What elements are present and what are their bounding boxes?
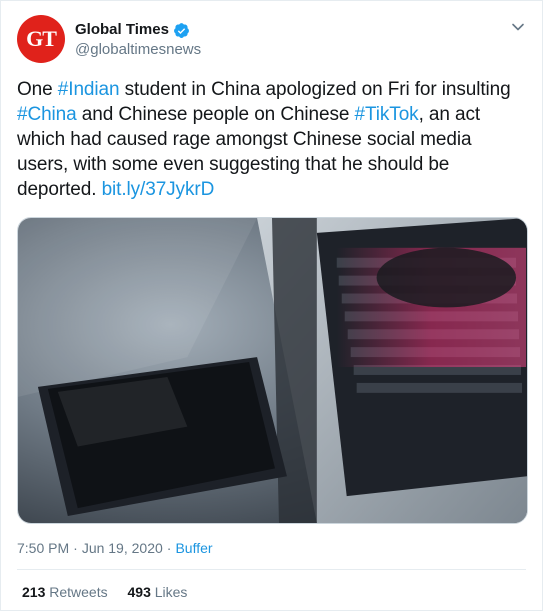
divider	[17, 569, 526, 570]
engagement-stats: 213 Retweets 493 Likes	[22, 583, 203, 601]
meta-separator: ·	[166, 540, 172, 556]
hashtag-china[interactable]: #China	[17, 104, 77, 125]
meta-separator: ·	[73, 540, 78, 556]
text-segment: student in China apologized on Fri for i…	[119, 79, 511, 100]
likes-count: 493	[127, 584, 151, 600]
tweet-card: GT Global Times @globaltimesnews One #In…	[0, 0, 543, 611]
chevron-down-icon[interactable]	[510, 19, 526, 35]
display-name-row: Global Times	[75, 20, 201, 40]
retweets-stat[interactable]: 213 Retweets	[22, 584, 108, 600]
handle[interactable]: @globaltimesnews	[75, 40, 201, 60]
likes-stat[interactable]: 493 Likes	[128, 584, 188, 600]
author-block[interactable]: Global Times @globaltimesnews	[75, 20, 201, 60]
likes-label: Likes	[154, 584, 188, 600]
tweet-date[interactable]: Jun 19, 2020	[82, 540, 163, 556]
retweets-count: 213	[22, 584, 46, 600]
retweets-label: Retweets	[49, 584, 108, 600]
tweet-header: GT Global Times @globaltimesnews	[17, 15, 526, 65]
tweet-text: One #Indian student in China apologized …	[17, 77, 527, 202]
text-segment: and Chinese people on Chinese	[76, 104, 355, 125]
tweet-meta: 7:50 PM · Jun 19, 2020 · Buffer	[17, 539, 213, 557]
photo-phone-laptop	[18, 218, 527, 523]
tweet-media-photo[interactable]	[17, 217, 528, 524]
display-name[interactable]: Global Times	[75, 20, 169, 40]
hashtag-tiktok[interactable]: #TikTok	[355, 104, 419, 125]
avatar[interactable]: GT	[17, 15, 65, 63]
tweet-source[interactable]: Buffer	[175, 540, 212, 556]
short-link[interactable]: bit.ly/37JykrD	[102, 179, 215, 200]
tweet-time[interactable]: 7:50 PM	[17, 540, 69, 556]
hashtag-indian[interactable]: #Indian	[58, 79, 120, 100]
text-segment: One	[17, 79, 58, 100]
verified-badge-icon	[173, 22, 189, 38]
